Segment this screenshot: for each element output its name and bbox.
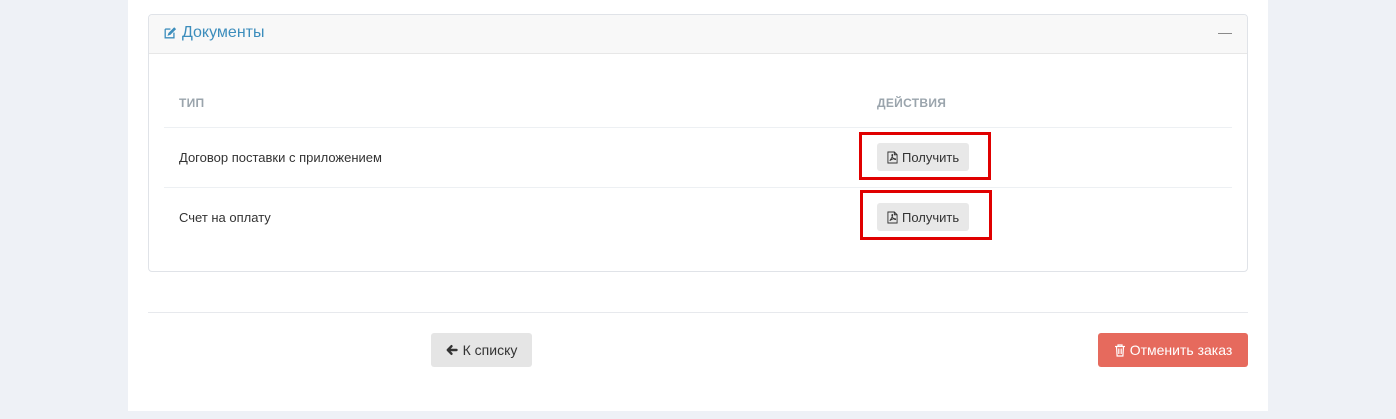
documents-panel: Документы ТИП ДЕЙСТВИЯ Договор поставки …: [148, 14, 1248, 272]
edit-icon: [164, 27, 177, 39]
documents-table: ТИП ДЕЙСТВИЯ Договор поставки с приложен…: [164, 85, 1232, 247]
get-document-label: Получить: [902, 149, 960, 165]
pdf-icon: [887, 211, 898, 223]
pdf-icon: [887, 151, 898, 163]
get-document-button[interactable]: Получить: [877, 203, 970, 231]
document-type: Счет на оплату: [179, 210, 271, 225]
footer-divider: [148, 312, 1248, 313]
column-header-type: ТИП: [179, 96, 205, 110]
get-document-button[interactable]: Получить: [877, 143, 970, 171]
cancel-order-label: Отменить заказ: [1129, 342, 1233, 358]
minus-icon[interactable]: [1217, 23, 1233, 43]
back-to-list-button[interactable]: К списку: [431, 333, 532, 367]
panel-title-label: Документы: [182, 24, 265, 41]
table-row: Договор поставки с приложением Получить: [164, 127, 1232, 187]
get-document-label: Получить: [902, 209, 960, 225]
trash-icon: [1114, 343, 1125, 357]
arrow-left-icon: [446, 345, 458, 355]
documents-panel-header: Документы: [149, 15, 1247, 54]
back-to-list-label: К списку: [462, 342, 518, 358]
table-header: ТИП ДЕЙСТВИЯ: [164, 85, 1232, 127]
document-type: Договор поставки с приложением: [179, 150, 382, 165]
order-card: Документы ТИП ДЕЙСТВИЯ Договор поставки …: [128, 0, 1268, 411]
panel-title: Документы: [163, 24, 264, 42]
table-row: Счет на оплату Получить: [164, 187, 1232, 247]
cancel-order-button[interactable]: Отменить заказ: [1098, 333, 1248, 367]
column-header-actions: ДЕЙСТВИЯ: [877, 96, 947, 110]
